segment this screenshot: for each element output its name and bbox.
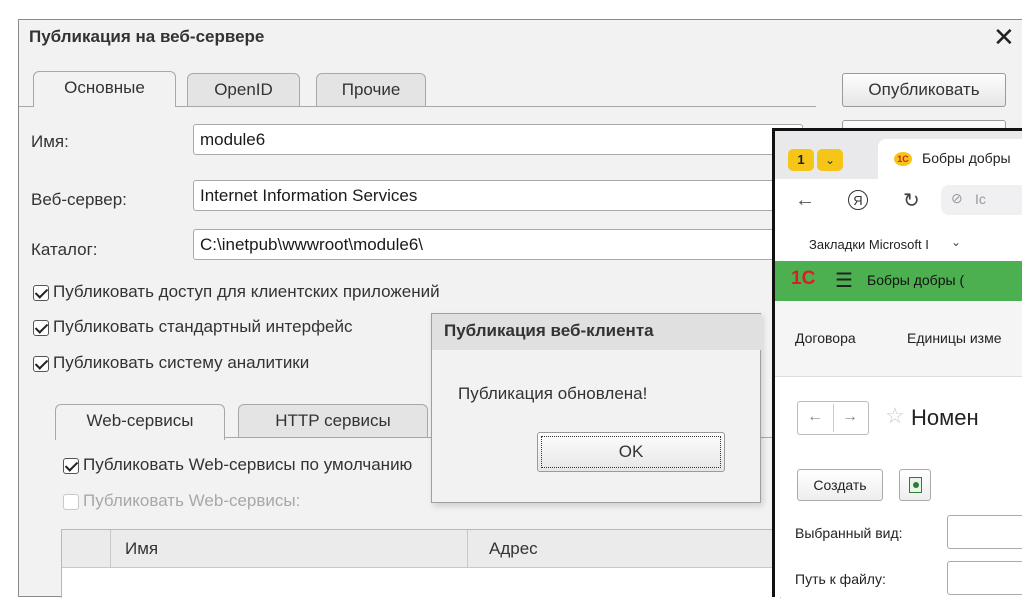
- file-add-icon: [909, 477, 922, 493]
- tab-divider-left: [19, 106, 33, 107]
- checkbox-ws-default-label: Публиковать Web-сервисы по умолчанию: [83, 455, 413, 474]
- 1c-logo-icon: 1C: [894, 152, 912, 166]
- col-divider: [110, 530, 111, 568]
- browser-tab-title: Бобры добры: [922, 150, 1011, 166]
- add-file-button[interactable]: [899, 469, 931, 501]
- dialog-title: Публикация веб-клиента: [444, 321, 654, 340]
- 1c-logo-icon: 1C: [791, 268, 816, 289]
- address-text: Ic: [975, 191, 986, 207]
- browser-tab-strip: 1 ⌄ 1C Бобры добры: [775, 131, 1022, 179]
- app-title: Бобры добры (: [867, 272, 965, 288]
- name-label: Имя:: [31, 132, 69, 151]
- section-contracts[interactable]: Договора: [795, 330, 856, 346]
- dialog-title-bar: Публикация веб-клиента: [432, 314, 762, 350]
- tab-divider: [176, 106, 816, 107]
- title-bar: Публикация на веб-сервере ✕: [19, 20, 1022, 58]
- divider: [833, 404, 834, 432]
- col-divider: [467, 530, 468, 568]
- tab-counter-badge[interactable]: 1: [788, 149, 814, 171]
- selected-kind-label: Выбранный вид:: [795, 525, 903, 541]
- col-header-address[interactable]: Адрес: [489, 539, 538, 559]
- history-nav: ← →: [797, 401, 869, 435]
- checkbox-client-access-label: Публиковать доступ для клиентских прилож…: [53, 282, 440, 301]
- app-header-bar: 1C ☰ Бобры добры (: [775, 261, 1022, 301]
- yandex-icon[interactable]: Я: [848, 190, 868, 210]
- tab-openid[interactable]: OpenID: [187, 73, 300, 107]
- tab-main[interactable]: Основные: [33, 71, 176, 107]
- tab-web-services[interactable]: Web-сервисы: [55, 404, 225, 440]
- checkbox-analytics[interactable]: [33, 356, 49, 372]
- selected-kind-field[interactable]: [947, 515, 1022, 549]
- message-dialog: Публикация веб-клиента Публикация обновл…: [431, 313, 762, 503]
- publish-button[interactable]: Опубликовать: [842, 73, 1006, 107]
- star-icon[interactable]: ☆: [885, 403, 905, 429]
- chevron-down-icon[interactable]: ⌄: [817, 149, 843, 171]
- menu-icon[interactable]: ☰: [835, 268, 853, 293]
- table-header: Имя Адрес: [62, 530, 780, 568]
- back-arrow-icon[interactable]: ←: [795, 189, 815, 212]
- create-button[interactable]: Создать: [797, 469, 883, 501]
- section-units[interactable]: Единицы изме: [907, 330, 1002, 346]
- sections-panel: Договора Единицы изме: [775, 301, 1022, 377]
- catalog-label: Каталог:: [31, 240, 98, 259]
- checkbox-ws-publish-label: Публиковать Web-сервисы:: [83, 491, 301, 510]
- checkbox-standard-interface[interactable]: [33, 320, 49, 336]
- checkbox-client-access[interactable]: [33, 285, 49, 301]
- ok-button[interactable]: OK: [537, 432, 725, 472]
- server-label: Веб-сервер:: [31, 190, 127, 209]
- browser-window: 1 ⌄ 1C Бобры добры ← Я ↻ ⊘ Ic Закладки M…: [772, 128, 1022, 597]
- browser-nav-bar: ← Я ↻ ⊘ Ic: [775, 179, 1022, 231]
- file-path-label: Путь к файлу:: [795, 571, 886, 587]
- ws-table: Имя Адрес: [61, 529, 781, 598]
- window-title: Публикация на веб-сервере: [29, 27, 265, 46]
- col-header-name[interactable]: Имя: [125, 539, 158, 559]
- plus-dot: [913, 482, 919, 488]
- name-field[interactable]: module6: [193, 124, 803, 155]
- browser-tab[interactable]: 1C Бобры добры: [878, 139, 1022, 179]
- checkbox-ws-publish[interactable]: [63, 494, 79, 510]
- tab-other[interactable]: Прочие: [316, 73, 426, 107]
- dialog-message: Публикация обновлена!: [458, 384, 648, 403]
- ok-button-label: OK: [541, 436, 721, 468]
- catalog-field[interactable]: C:\inetpub\wwwroot\module6\: [193, 229, 803, 260]
- server-select[interactable]: Internet Information Services: [193, 180, 803, 211]
- chevron-down-icon[interactable]: ⌄: [951, 235, 961, 249]
- reload-icon[interactable]: ↻: [903, 188, 920, 213]
- close-icon[interactable]: ✕: [993, 22, 1015, 52]
- back-arrow-icon[interactable]: ←: [807, 408, 823, 426]
- checkbox-ws-default[interactable]: [63, 458, 79, 474]
- tab-http-services[interactable]: HTTP сервисы: [238, 404, 428, 438]
- bookmarks-folder[interactable]: Закладки Microsoft I: [809, 237, 929, 252]
- checkbox-analytics-label: Публиковать систему аналитики: [53, 353, 310, 372]
- address-bar[interactable]: ⊘ Ic: [941, 185, 1022, 215]
- page-title: Номен: [911, 405, 979, 430]
- site-info-icon[interactable]: ⊘: [951, 190, 963, 207]
- bookmarks-bar: Закладки Microsoft I ⌄: [775, 231, 1022, 261]
- forward-arrow-icon[interactable]: →: [842, 408, 858, 426]
- file-path-field[interactable]: [947, 561, 1022, 595]
- checkbox-standard-interface-label: Публиковать стандартный интерфейс: [53, 317, 353, 336]
